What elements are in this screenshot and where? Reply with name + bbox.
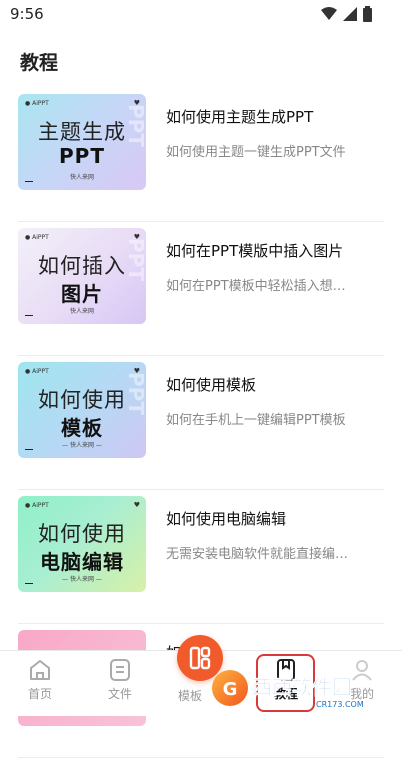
tutorial-thumbnail: ● AiPPT ♥ PPT 主题生成 PPT 快人来网: [18, 94, 146, 190]
thumbnail-dash: [25, 449, 33, 450]
tutorial-item[interactable]: ● AiPPT ♥ PPT 如何插入 图片 快人来网 如何在PPT模版中插入图片…: [18, 222, 384, 356]
thumbnail-dash: [25, 583, 33, 584]
tutorial-title: 如何使用电脑编辑: [166, 510, 287, 528]
battery-icon: [363, 6, 372, 22]
wifi-icon: [321, 7, 337, 20]
tab-files[interactable]: 文件: [90, 657, 150, 702]
signal-icon: [343, 7, 357, 21]
thumbnail-line2: 电脑编辑: [40, 550, 124, 574]
status-time: 9:56: [10, 5, 44, 23]
tutorial-item[interactable]: ● AiPPT ♥ PPT 主题生成 PPT 快人来网 如何使用主题生成PPT …: [18, 88, 384, 222]
thumbnail-sub: — 快人来网 —: [62, 576, 102, 583]
thumbnail-brand: ● AiPPT: [25, 368, 49, 375]
home-icon: [30, 660, 50, 680]
heart-icon: ♥: [133, 501, 140, 509]
svg-text:西西软件园: 西西软件园: [252, 675, 352, 699]
thumbnail-brand: ● AiPPT: [25, 100, 49, 107]
thumbnail-line2: 图片: [61, 282, 103, 306]
svg-text:CR173.COM: CR173.COM: [316, 700, 364, 709]
tutorial-thumbnail: ● AiPPT ♥ PPT 如何插入 图片 快人来网: [18, 228, 146, 324]
thumbnail-line1: 主题生成: [38, 120, 126, 144]
thumbnail-sub: — 快人来网 —: [62, 442, 102, 449]
thumbnail-line1: 如何使用: [38, 522, 126, 546]
tab-files-label: 文件: [107, 687, 132, 701]
tutorial-desc: 如何在PPT模板中轻松插入想…: [166, 279, 346, 294]
thumbnail-line2: 模板: [61, 416, 103, 440]
file-icon: [110, 659, 130, 681]
thumbnail-line2: PPT: [59, 144, 105, 168]
thumbnail-brand: ● AiPPT: [25, 234, 49, 241]
status-bar: 9:56: [0, 0, 402, 28]
thumbnail-dash: [25, 315, 33, 316]
svg-text:G: G: [223, 679, 238, 700]
tutorial-thumbnail: ● AiPPT ♥ 如何使用 电脑编辑 — 快人来网 —: [18, 496, 146, 592]
tab-home[interactable]: 首页: [10, 657, 70, 702]
page-title: 教程: [20, 52, 59, 74]
thumbnail-dash: [25, 181, 33, 182]
tab-home-label: 首页: [27, 687, 52, 701]
thumbnail-line1: 如何插入: [38, 254, 126, 278]
tutorial-desc: 如何使用主题一键生成PPT文件: [166, 145, 346, 160]
status-icons: [321, 6, 372, 22]
tutorial-thumbnail: ● AiPPT ♥ PPT 如何使用 模板 — 快人来网 —: [18, 362, 146, 458]
tutorial-desc: 如何在手机上一键编辑PPT模板: [166, 413, 346, 428]
thumbnail-sub: 快人来网: [69, 308, 94, 315]
tutorial-title: 如何使用模板: [166, 376, 257, 394]
tutorial-title: 如何在PPT模版中插入图片: [166, 242, 344, 260]
thumbnail-line1: 如何使用: [38, 388, 126, 412]
tutorial-title: 如何使用主题生成PPT: [166, 108, 314, 126]
tutorial-item[interactable]: ● AiPPT ♥ 如何使用 电脑编辑 — 快人来网 — 如何使用电脑编辑 无需…: [18, 490, 384, 624]
tutorial-item[interactable]: ● AiPPT ♥ PPT 如何使用 模板 — 快人来网 — 如何使用模板 如何…: [18, 356, 384, 490]
watermark-logo: G 西西软件园 CR173.COM: [208, 662, 394, 712]
thumbnail-sub: 快人来网: [69, 174, 94, 181]
tutorial-desc: 无需安装电脑软件就能直接编…: [166, 547, 349, 562]
thumbnail-brand: ● AiPPT: [25, 502, 49, 509]
